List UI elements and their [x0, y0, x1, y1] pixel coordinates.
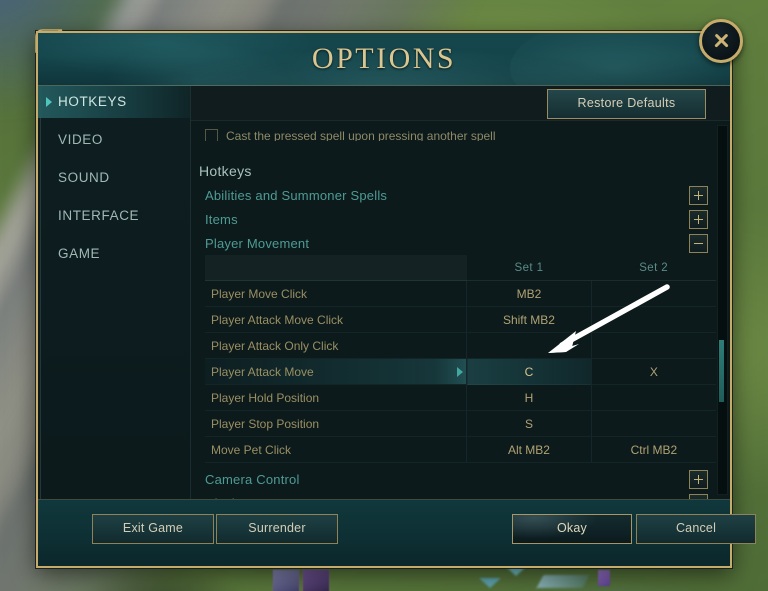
okay-button[interactable]: Okay: [512, 514, 632, 544]
sidebar-item-label: HOTKEYS: [58, 94, 127, 109]
category-player-movement[interactable]: Player Movement: [191, 231, 716, 255]
row-set2-binding[interactable]: [591, 281, 716, 307]
hud-item-slot-1: [272, 569, 300, 591]
table-row[interactable]: Player Hold Position H: [205, 385, 716, 411]
sidebar-item-label: SOUND: [58, 170, 110, 185]
row-action-label: Player Attack Move: [205, 359, 467, 385]
sidebar-item-label: GAME: [58, 246, 100, 261]
sidebar-item-interface[interactable]: INTERFACE: [38, 200, 190, 232]
checkbox-icon[interactable]: [205, 129, 218, 141]
category-label: Abilities and Summoner Spells: [205, 188, 387, 203]
sidebar-item-video[interactable]: VIDEO: [38, 124, 190, 156]
row-set2-binding[interactable]: X: [591, 359, 716, 385]
row-set1-binding[interactable]: MB2: [467, 281, 592, 307]
row-set1-binding[interactable]: H: [467, 385, 592, 411]
section-title-hotkeys: Hotkeys: [199, 163, 716, 179]
panel-toolbar: Restore Defaults: [191, 86, 730, 121]
sidebar-item-sound[interactable]: SOUND: [38, 162, 190, 194]
exit-game-button[interactable]: Exit Game: [92, 514, 214, 544]
sidebar-item-game[interactable]: GAME: [38, 238, 190, 270]
hud-gem-icon: [598, 570, 610, 586]
collapse-player-movement-button[interactable]: [689, 234, 708, 253]
category-camera-control[interactable]: Camera Control: [191, 467, 716, 491]
page-title: OPTIONS: [38, 33, 730, 85]
table-header-row: Set 1 Set 2: [205, 255, 716, 281]
plus-icon-vertical: [698, 191, 700, 200]
row-action-label: Player Stop Position: [205, 411, 467, 437]
hud-bar-decor: [537, 575, 590, 588]
cancel-button[interactable]: Cancel: [636, 514, 756, 544]
expand-items-button[interactable]: [689, 210, 708, 229]
row-set2-binding[interactable]: [591, 307, 716, 333]
window-body: HOTKEYS VIDEO SOUND INTERFACE GAME: [38, 86, 730, 499]
clipped-checkbox-row[interactable]: Cast the pressed spell upon pressing ano…: [191, 121, 716, 141]
options-content: Cast the pressed spell upon pressing ano…: [191, 121, 716, 499]
row-action-label: Player Attack Move Click: [205, 307, 467, 333]
sidebar-item-label: VIDEO: [58, 132, 103, 147]
table-row[interactable]: Player Move Click MB2: [205, 281, 716, 307]
row-set1-binding[interactable]: [467, 333, 592, 359]
window-titlebar: OPTIONS: [38, 33, 730, 86]
vertical-scrollbar[interactable]: [717, 125, 728, 495]
table-row[interactable]: Player Attack Only Click: [205, 333, 716, 359]
expand-camera-control-button[interactable]: [689, 470, 708, 489]
plus-icon-vertical: [698, 475, 700, 484]
category-display[interactable]: Display: [191, 491, 716, 499]
category-label: Camera Control: [205, 472, 300, 487]
row-set1-binding[interactable]: C: [467, 359, 592, 385]
plus-icon-vertical: [698, 215, 700, 224]
column-header-set1: Set 1: [467, 255, 592, 281]
options-window: OPTIONS HOTKEYS VIDEO SOUND: [36, 31, 732, 568]
selected-row-caret-icon: [457, 367, 463, 377]
table-row-selected[interactable]: Player Attack Move C X: [205, 359, 716, 385]
table-row[interactable]: Player Stop Position S: [205, 411, 716, 437]
category-label: Items: [205, 212, 238, 227]
close-button[interactable]: [699, 19, 743, 63]
options-scroll-area[interactable]: Cast the pressed spell upon pressing ano…: [191, 121, 730, 499]
sidebar-item-hotkeys[interactable]: HOTKEYS: [38, 86, 190, 118]
category-items[interactable]: Items: [191, 207, 716, 231]
row-action-label: Move Pet Click: [205, 437, 467, 463]
row-action-label: Player Attack Only Click: [205, 333, 467, 359]
hud-marker-icon-2: [479, 578, 501, 588]
category-abilities-and-summoner-spells[interactable]: Abilities and Summoner Spells: [191, 183, 716, 207]
row-set2-binding[interactable]: [591, 411, 716, 437]
sidebar-item-label: INTERFACE: [58, 208, 139, 223]
row-set2-binding[interactable]: [591, 385, 716, 411]
column-header-set2: Set 2: [591, 255, 716, 281]
row-set2-binding[interactable]: Ctrl MB2: [591, 437, 716, 463]
surrender-button[interactable]: Surrender: [216, 514, 338, 544]
table-row[interactable]: Player Attack Move Click Shift MB2: [205, 307, 716, 333]
scrollbar-thumb[interactable]: [719, 340, 724, 402]
row-set1-binding[interactable]: S: [467, 411, 592, 437]
row-set2-binding[interactable]: [591, 333, 716, 359]
row-set1-binding[interactable]: Shift MB2: [467, 307, 592, 333]
clipped-checkbox-label: Cast the pressed spell upon pressing ano…: [226, 129, 496, 142]
sidebar: HOTKEYS VIDEO SOUND INTERFACE GAME: [38, 86, 191, 499]
chevron-right-icon: [46, 97, 52, 107]
row-action-label: Player Move Click: [205, 281, 467, 307]
restore-defaults-button[interactable]: Restore Defaults: [547, 89, 706, 119]
options-panel: Restore Defaults Cast the pressed spell …: [191, 86, 730, 499]
row-action-label: Player Hold Position: [205, 385, 467, 411]
hud-item-slot-2: [302, 569, 330, 591]
expand-abilities-button[interactable]: [689, 186, 708, 205]
minus-icon: [694, 243, 703, 245]
column-header-action: [205, 255, 467, 281]
hotkey-table: Set 1 Set 2 Player Move Click MB2: [205, 255, 716, 463]
window-footer: Exit Game Surrender Okay Cancel: [38, 499, 730, 566]
category-label: Player Movement: [205, 236, 309, 251]
table-row[interactable]: Move Pet Click Alt MB2 Ctrl MB2: [205, 437, 716, 463]
row-set1-binding[interactable]: Alt MB2: [467, 437, 592, 463]
